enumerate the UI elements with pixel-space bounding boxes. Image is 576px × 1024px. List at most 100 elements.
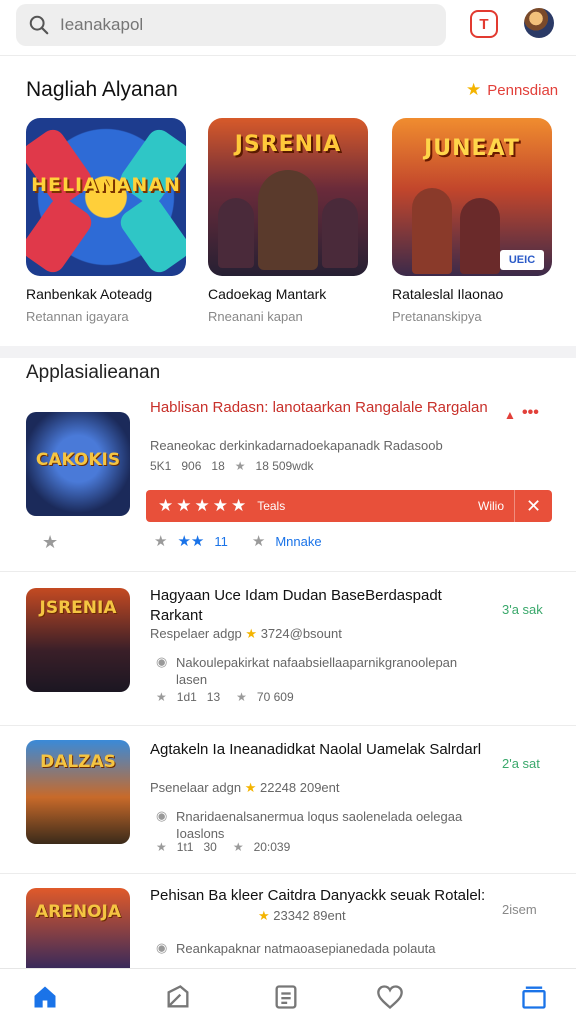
app-subtitle-extra: 22248 209ent: [259, 780, 340, 795]
app-subtitle-text: Respelaer adgp: [150, 626, 242, 641]
star-icon: ★: [236, 690, 247, 704]
star-icon[interactable]: ★: [42, 532, 58, 553]
stat-value: 13: [206, 690, 221, 704]
list-item[interactable]: ARENOJA Pehisan Ba kleer Caitdra Danyack…: [0, 874, 576, 968]
app-icon: CAKOKIS: [26, 412, 130, 516]
app-title: Hablisan Radasn: lanotaarkan Rangalale R…: [150, 399, 488, 416]
stat-value: 1t1: [176, 840, 194, 854]
app-stats: 5K1 906 18 ★ 18 509wdk: [150, 459, 314, 473]
star-icon[interactable]: ★★: [177, 532, 204, 550]
star-icon: ★: [156, 840, 167, 854]
home-icon[interactable]: [31, 983, 59, 1011]
library-icon[interactable]: [520, 983, 548, 1011]
star-icon: ★: [232, 840, 244, 854]
top-bar: T: [0, 0, 576, 56]
updates-icon[interactable]: [272, 983, 300, 1011]
app-icon: ARENOJA: [26, 888, 130, 968]
star-icon[interactable]: ★: [154, 532, 167, 550]
app-subtitle-extra: 23342 89ent: [273, 908, 346, 923]
info-icon: ◉: [156, 654, 168, 669]
rating-link[interactable]: Mnnake: [275, 534, 321, 549]
app-subtitle-extra: 3724@bsount: [260, 626, 342, 641]
app-subtitle-text: Psenelaar adgn: [150, 780, 242, 795]
featured-card[interactable]: HELIANANAN Ranbenkak Aoteadg Retannan ig…: [26, 118, 188, 324]
featured-card-name: Rataleslal Ilaonao: [392, 286, 504, 302]
app-icon-title: DALZAS: [40, 752, 116, 772]
app-icon-title: JSRENIA: [39, 598, 117, 618]
close-icon[interactable]: ✕: [514, 490, 552, 522]
app-size: 3'a sak: [502, 602, 543, 617]
featured-card[interactable]: JSRENIA Cadoekag Mantark Rneanani kapan: [208, 118, 370, 324]
featured-card-name: Cadoekag Mantark: [208, 286, 327, 302]
featured-section: Nagliah Alyanan ★ Pennsdian HELIANANAN R…: [0, 56, 576, 346]
rating-action[interactable]: Wilio: [478, 499, 504, 513]
wishlist-icon[interactable]: [376, 983, 404, 1011]
app-subtitle: Psenelaar adgn ★ 22248 209ent: [150, 780, 340, 796]
app-description: Rnaridaenalsanermua loqus saolenelada oe…: [176, 809, 463, 841]
star-icon: ★: [244, 780, 257, 795]
list-item[interactable]: DALZAS Agtakeln Ia Ineanadidkat Naolal U…: [0, 726, 576, 874]
app-subtitle: Reaneokac derkinkadarnadoekapanadk Radas…: [150, 438, 443, 453]
game-art-title: HELIANANAN: [31, 174, 181, 196]
bottom-nav: [0, 968, 576, 1024]
app-icon: JSRENIA: [26, 588, 130, 692]
app-title: Agtakeln Ia Ineanadidkat Naolal Uamelak …: [150, 741, 482, 758]
stat-value: 18 509wdk: [255, 459, 314, 473]
app-title: Hagyaan Uce Idam Dudan BaseBerdaspadt Ra…: [150, 587, 442, 624]
featured-card[interactable]: UEIC JUNEAT Rataleslal Ilaonao Pretanans…: [392, 118, 554, 324]
search-input[interactable]: [60, 15, 420, 35]
store-badge-button[interactable]: T: [470, 10, 498, 38]
featured-card-subtitle: Rneanani kapan: [208, 309, 303, 324]
star-icon: ★: [258, 908, 270, 923]
app-description: Nakoulepakirkat nafaabsiellaaparnikgrano…: [176, 655, 458, 687]
star-icon[interactable]: ★: [252, 532, 265, 550]
rating-label: Teals: [257, 499, 286, 513]
game-art: HELIANANAN: [26, 118, 186, 276]
search-bar[interactable]: [16, 4, 446, 46]
star-icon: ★: [156, 690, 167, 704]
stat-value: 20:039: [253, 840, 291, 854]
list-item[interactable]: JSRENIA Hagyaan Uce Idam Dudan BaseBerda…: [0, 572, 576, 726]
stat-value: 70 609: [256, 690, 294, 704]
app-size: 2'a sat: [502, 756, 540, 771]
featured-more-link[interactable]: ★ Pennsdian: [466, 80, 558, 100]
app-title: Pehisan Ba kleer Caitdra Danyackk seuak …: [150, 887, 486, 904]
rating-banner[interactable]: ★★★★★ Teals Wilio ✕: [146, 490, 552, 522]
featured-card-subtitle: Retannan igayara: [26, 309, 129, 324]
featured-title: Nagliah Alyanan: [26, 78, 178, 101]
app-subtitle: ★ 23342 89ent: [258, 908, 346, 924]
game-art: JSRENIA: [208, 118, 368, 276]
app-rating-row: ★ ★★ 11 ★ Mnnake: [154, 532, 322, 550]
stat-value: 5K1: [150, 459, 172, 473]
app-icon: DALZAS: [26, 740, 130, 844]
featured-card-subtitle: Pretananskipya: [392, 309, 482, 324]
info-icon: ◉: [156, 940, 168, 955]
search-icon: [29, 15, 49, 35]
star-icon: ★: [245, 626, 258, 641]
stat-value: 906: [181, 459, 202, 473]
list-item[interactable]: CAKOKIS ★ Hablisan Radasn: lanotaarkan R…: [0, 388, 576, 572]
list-title: Applasialieanan: [26, 362, 161, 383]
app-subtitle: Respelaer adgp ★ 3724@bsount: [150, 626, 342, 642]
avatar[interactable]: [524, 8, 554, 38]
game-art-title: JUNEAT: [424, 136, 520, 161]
info-icon: ◉: [156, 808, 168, 823]
app-icon-title: CAKOKIS: [35, 450, 121, 470]
section-divider: [0, 346, 576, 358]
game-art: UEIC JUNEAT: [392, 118, 552, 276]
app-size: 2isem: [502, 902, 537, 917]
rating-count: 11: [214, 533, 228, 549]
apps-icon[interactable]: [164, 983, 192, 1011]
featured-card-name: Ranbenkak Aoteadg: [26, 286, 153, 302]
stat-value: 30: [203, 840, 217, 854]
star-icon: ★: [466, 80, 482, 99]
trending-icon: ▲: [504, 408, 516, 422]
stat-value: 1d1: [176, 690, 197, 704]
app-icon-title: ARENOJA: [34, 902, 122, 922]
stat-value: 18: [211, 459, 225, 473]
more-icon[interactable]: •••: [522, 404, 539, 422]
star-icon: ★: [234, 459, 246, 473]
featured-more-label: Pennsdian: [487, 81, 559, 99]
rating-stars[interactable]: ★★★★★: [158, 496, 249, 516]
game-art-title: JSRENIA: [234, 132, 342, 157]
